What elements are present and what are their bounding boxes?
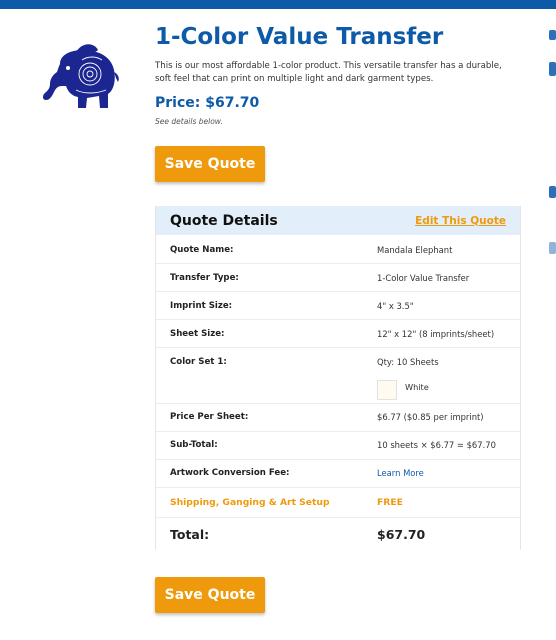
- imprint-size-label: Imprint Size:: [170, 301, 233, 311]
- imprint-size-value: 4" x 3.5": [377, 301, 414, 311]
- shipping-label: Shipping, Ganging & Art Setup: [170, 497, 330, 508]
- quote-row-subtotal: Sub-Total: 10 sheets × $6.77 = $67.70: [156, 431, 520, 459]
- quote-name-value: Mandala Elephant: [377, 245, 453, 255]
- quote-row-artwork-fee: Artwork Conversion Fee: Learn More: [156, 459, 520, 487]
- details-note: See details below.: [155, 117, 223, 126]
- cutoff-icon-2: [549, 242, 556, 254]
- subtotal-label: Sub-Total:: [170, 440, 218, 450]
- quote-row-transfer-type: Transfer Type: 1-Color Value Transfer: [156, 263, 520, 291]
- shipping-value: FREE: [377, 497, 403, 508]
- edit-quote-link[interactable]: Edit This Quote: [415, 215, 506, 227]
- quote-details-header: Quote Details Edit This Quote: [156, 206, 520, 235]
- learn-more-link[interactable]: Learn More: [377, 468, 424, 478]
- quote-row-name: Quote Name: Mandala Elephant: [156, 235, 520, 263]
- quote-row-total: Total: $67.70: [156, 517, 520, 550]
- color-swatch-label: White: [405, 382, 429, 392]
- total-value: $67.70: [377, 527, 426, 542]
- price-per-sheet-label: Price Per Sheet:: [170, 412, 249, 422]
- product-description: This is our most affordable 1-color prod…: [155, 61, 502, 84]
- quote-row-sheet-size: Sheet Size: 12" x 12" (8 imprints/sheet): [156, 319, 520, 347]
- save-quote-button-bottom[interactable]: Save Quote: [155, 577, 265, 613]
- subtotal-value: 10 sheets × $6.77 = $67.70: [377, 440, 496, 450]
- quote-details-title: Quote Details: [170, 212, 278, 229]
- cutoff-icon: [549, 186, 556, 198]
- color-set-qty: Qty: 10 Sheets: [377, 357, 439, 367]
- color-swatch: [377, 380, 397, 400]
- quote-row-color-set: Color Set 1: Qty: 10 Sheets White: [156, 347, 520, 403]
- quote-row-imprint-size: Imprint Size: 4" x 3.5": [156, 291, 520, 319]
- sheet-size-label: Sheet Size:: [170, 329, 225, 339]
- cutoff-shield-icon: [549, 62, 556, 76]
- product-price: Price: $67.70: [155, 95, 260, 111]
- mandala-elephant-icon: [42, 44, 119, 108]
- quote-row-shipping: Shipping, Ganging & Art Setup FREE: [156, 487, 520, 517]
- right-edge-cutoff: [549, 20, 556, 260]
- color-set-label: Color Set 1:: [170, 357, 227, 367]
- total-label: Total:: [170, 527, 210, 542]
- cutoff-letter: [549, 30, 556, 40]
- sheet-size-value: 12" x 12" (8 imprints/sheet): [377, 329, 495, 339]
- product-title: 1-Color Value Transfer: [155, 24, 444, 50]
- transfer-type-label: Transfer Type:: [170, 273, 239, 283]
- quote-row-price-per-sheet: Price Per Sheet: $6.77 ($0.85 per imprin…: [156, 403, 520, 431]
- price-per-sheet-value: $6.77 ($0.85 per imprint): [377, 412, 484, 422]
- artwork-fee-label: Artwork Conversion Fee:: [170, 468, 290, 478]
- quote-name-label: Quote Name:: [170, 245, 234, 255]
- save-quote-button[interactable]: Save Quote: [155, 146, 265, 182]
- transfer-type-value: 1-Color Value Transfer: [377, 273, 470, 283]
- top-nav-bar: [0, 0, 556, 9]
- quote-details-card: Quote Details Edit This Quote Quote Name…: [155, 206, 521, 550]
